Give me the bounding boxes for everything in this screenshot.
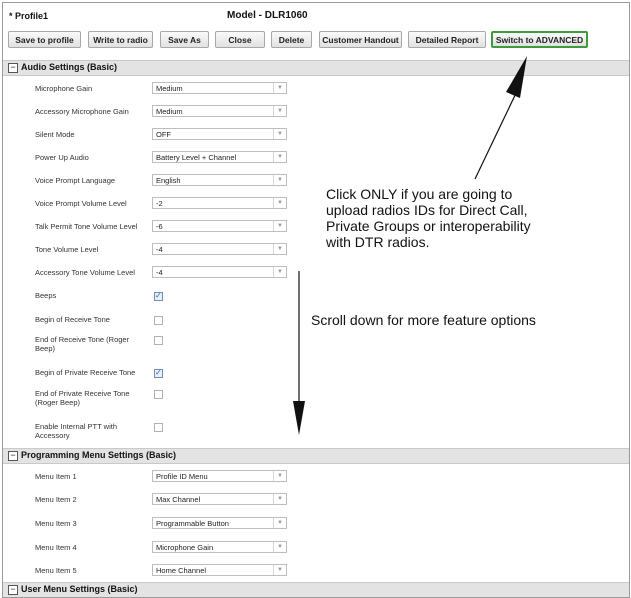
profile-window: * Profile1 Model - DLR1060 Save to profi… <box>2 2 630 598</box>
advanced-arrowhead <box>506 56 527 98</box>
scroll-arrowhead <box>293 401 305 435</box>
annotation-arrow-icon <box>293 56 527 435</box>
advanced-arrow-line <box>474 88 519 180</box>
